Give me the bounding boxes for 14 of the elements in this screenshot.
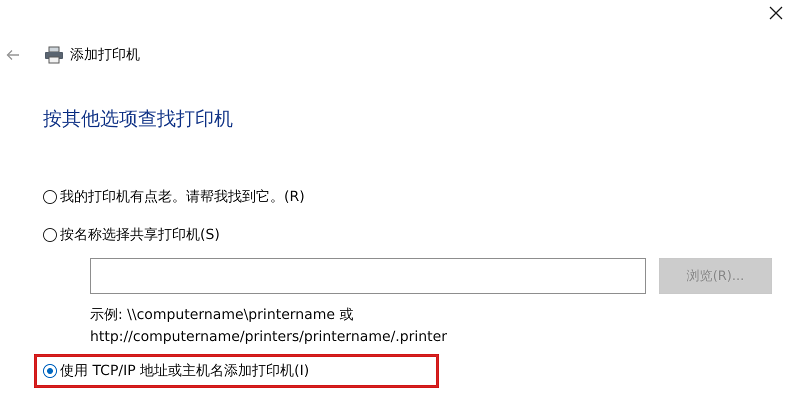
page-heading: 按其他选项查找打印机	[43, 107, 234, 132]
example-text: http://computername/printers/printername/.printer	[90, 328, 448, 347]
option-label[interactable]: 按名称选择共享打印机(S)	[60, 226, 220, 244]
option-label[interactable]: 我的打印机有点老。请帮我找到它。(R)	[60, 188, 305, 206]
printer-name-field[interactable]	[90, 258, 646, 294]
option-label[interactable]: 使用 TCP/IP 地址或主机名添加打印机(I)	[60, 362, 310, 380]
close-icon[interactable]	[769, 6, 783, 20]
radio-button[interactable]	[43, 228, 57, 242]
radio-button[interactable]	[43, 364, 57, 378]
example-text: 示例: \\computername\printername 或	[90, 306, 354, 325]
printer-icon	[44, 46, 64, 64]
back-arrow-icon[interactable]	[6, 49, 20, 61]
radio-button[interactable]	[43, 190, 57, 204]
window-title: 添加打印机	[70, 46, 140, 64]
